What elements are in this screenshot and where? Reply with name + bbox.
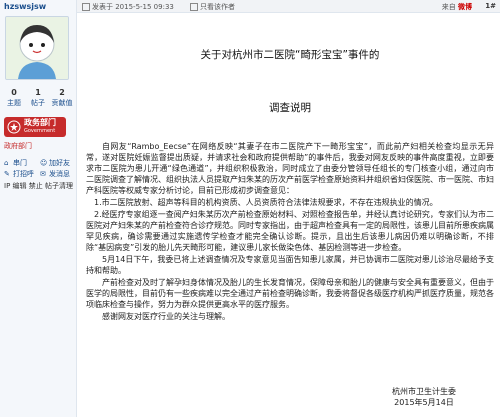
stat-contribution[interactable]: 2 贡献值: [50, 88, 74, 108]
badge-title: 政务部门: [24, 118, 56, 127]
only-author-icon: [190, 3, 198, 11]
visit-icon: ⌂: [4, 159, 9, 167]
stat-number: 2: [59, 88, 65, 97]
post-time: 发表于 2015-5-15 09:33: [82, 2, 174, 12]
admin-links[interactable]: IP 编辑 禁止 帖子清理: [4, 182, 74, 191]
document-subtitle: 调查说明: [269, 102, 311, 114]
add-friend-icon: ☺: [40, 159, 48, 167]
message-button[interactable]: ✉ 发消息: [40, 169, 70, 180]
post-source: 来自 微博: [442, 2, 472, 12]
visit-button[interactable]: ⌂ 串门: [4, 158, 27, 169]
signature-org: 杭州市卫生计生委: [392, 387, 456, 396]
avatar[interactable]: [5, 16, 69, 80]
paragraph-notification: 5月14日下午，我委已将上述调查情况及专家意见当面告知患儿家属，并已协调市二医院…: [86, 255, 494, 275]
action-label: 打招呼: [13, 170, 34, 178]
document-title: 关于对杭州市二医院“畸形宝宝”事件的: [200, 49, 380, 61]
user-sidebar: hzswsjsw 0 主题 1 帖子 2 贡献值 政务部门 Government…: [0, 0, 77, 417]
username-link[interactable]: hzswsjsw: [4, 2, 46, 11]
user-stats: 0 主题 1 帖子 2 贡献值: [2, 88, 74, 108]
badge-subtitle: Government: [24, 128, 56, 134]
only-author-text: 只看该作者: [200, 3, 235, 11]
stat-label: 主题: [7, 99, 21, 107]
paragraph-point-1: 1.市二医院放射、超声等科目的机构资质、人员资质符合法律法规要求，不存在违规执业…: [94, 198, 438, 207]
paragraph-thanks: 感谢网友对医疗行业的关注与理解。: [102, 312, 230, 321]
post-status-icon: [82, 3, 90, 11]
stat-number: 0: [11, 88, 17, 97]
stat-number: 1: [35, 88, 41, 97]
government-group-link[interactable]: 政府部门: [4, 141, 32, 151]
government-badge: 政务部门 Government: [4, 117, 66, 137]
signature-date: 2015年5月14日: [394, 398, 454, 407]
signature: 杭州市卫生计生委 2015年5月14日: [392, 386, 456, 408]
government-seal-icon: [7, 120, 21, 134]
paragraph-point-2: 2.经医疗专家组逐一查阅产妇朱某历次产前检查原始材料、对照检查报告单，并经认真讨…: [86, 210, 494, 252]
add-friend-button[interactable]: ☺ 加好友: [40, 158, 70, 169]
action-label: 加好友: [49, 159, 70, 167]
greet-button[interactable]: ✎ 打招呼: [4, 169, 34, 180]
stat-label: 贡献值: [51, 99, 73, 107]
post-time-text: 发表于 2015-5-15 09:33: [92, 3, 174, 11]
weibo-source-link[interactable]: 微博: [458, 3, 472, 11]
stat-posts[interactable]: 1 帖子: [26, 88, 50, 108]
stat-topics[interactable]: 0 主题: [2, 88, 26, 108]
user-actions: ⌂ 串门 ☺ 加好友 ✎ 打招呼 ✉ 发消息 IP 编辑 禁止 帖子清理: [4, 158, 76, 191]
document-body: 自网友“Rambo_Eecse”在网络反映“其妻子在市二医院产下一畸形宝宝”，而…: [86, 141, 494, 323]
greet-icon: ✎: [4, 170, 10, 178]
paragraph-intro: 自网友“Rambo_Eecse”在网络反映“其妻子在市二医院产下一畸形宝宝”，而…: [86, 142, 494, 195]
only-author-link[interactable]: 只看该作者: [190, 2, 235, 12]
action-label: 串门: [13, 159, 27, 167]
floor-number[interactable]: 1#: [485, 2, 496, 10]
action-label: 发消息: [49, 170, 70, 178]
stat-label: 帖子: [31, 99, 45, 107]
paragraph-prenatal: 产前检查对及时了解孕妇身体情况及胎儿的生长发育情况，保障母亲和胎儿的健康与安全具…: [86, 278, 494, 309]
message-icon: ✉: [40, 170, 46, 178]
post-header: 发表于 2015-5-15 09:33 只看该作者 来自 微博 1#: [77, 0, 500, 13]
from-label: 来自: [441, 3, 456, 11]
